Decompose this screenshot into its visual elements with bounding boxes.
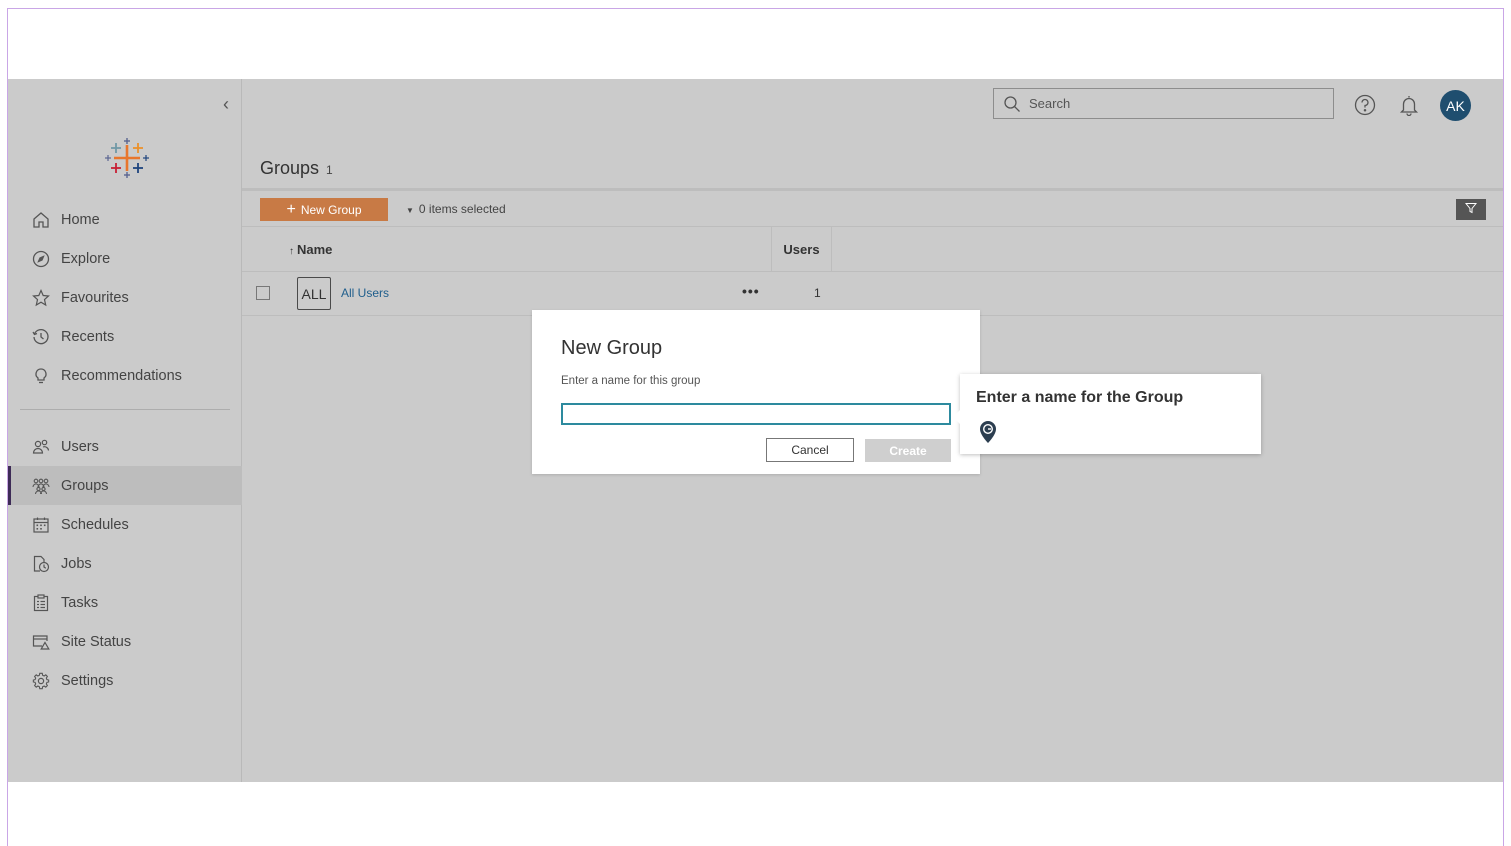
column-header-label: Users <box>783 241 820 257</box>
sidebar-item-label: Users <box>61 438 99 455</box>
sidebar-item-recents[interactable]: Recents <box>8 317 242 356</box>
tooltip-text: Enter a name for the Group <box>976 389 1184 406</box>
column-header-name[interactable]: ↑ Name <box>289 242 332 257</box>
new-group-button[interactable]: + New Group <box>260 198 388 221</box>
sidebar-item-label: Explore <box>61 250 111 267</box>
tableau-logo-icon[interactable] <box>104 137 150 179</box>
column-header-users[interactable]: Users <box>771 227 832 271</box>
clipboard-icon <box>32 593 50 612</box>
sidebar-item-label: Recents <box>61 328 115 345</box>
search-icon <box>1003 95 1021 113</box>
sidebar-item-jobs[interactable]: Jobs <box>8 544 242 583</box>
caret-down-icon: ▼ <box>406 206 414 215</box>
sidebar-item-label: Favourites <box>61 289 129 306</box>
page-title-count: 1 <box>326 163 333 177</box>
sidebar-item-label: Site Status <box>61 633 132 650</box>
gear-icon <box>32 672 50 690</box>
new-group-label: New Group <box>300 202 362 217</box>
page-title-text: Groups <box>260 158 320 178</box>
toolbar: + New Group ▼ 0 items selected <box>242 191 1503 227</box>
guide-pin-icon[interactable] <box>979 420 997 444</box>
column-header-label: Name <box>297 242 333 257</box>
sidebar-item-label: Home <box>61 211 100 228</box>
table-header: ↑ Name Users <box>242 227 1503 272</box>
sidebar-item-recommendations[interactable]: Recommendations <box>8 356 242 395</box>
groups-icon <box>32 477 50 495</box>
lightbulb-icon <box>32 367 50 385</box>
sidebar: ‹ Home Explore Favourites Recents Recomm… <box>8 79 242 782</box>
sort-ascending-icon: ↑ <box>289 246 294 257</box>
sidebar-item-settings[interactable]: Settings <box>8 661 242 700</box>
home-icon <box>32 211 50 229</box>
sidebar-item-label: Tasks <box>61 594 99 611</box>
group-name-input[interactable] <box>561 403 951 425</box>
sidebar-item-label: Jobs <box>61 555 92 572</box>
sidebar-item-site-status[interactable]: Site Status <box>8 622 242 661</box>
sidebar-nav: Home Explore Favourites Recents Recommen… <box>8 200 242 700</box>
group-badge: ALL <box>297 277 331 310</box>
star-icon <box>32 288 50 307</box>
sidebar-item-label: Schedules <box>61 516 129 533</box>
selection-count-text: 0 items selected <box>418 202 506 216</box>
sidebar-item-label: Settings <box>61 672 114 689</box>
filter-icon <box>1464 201 1478 219</box>
row-checkbox[interactable] <box>256 286 270 300</box>
calendar-icon <box>32 516 50 534</box>
sidebar-divider <box>20 409 230 410</box>
sidebar-item-label: Recommendations <box>61 367 182 384</box>
sidebar-item-schedules[interactable]: Schedules <box>8 505 242 544</box>
guide-tooltip: Enter a name for the Group <box>953 374 1261 454</box>
sidebar-item-explore[interactable]: Explore <box>8 239 242 278</box>
dialog-title: New Group <box>561 337 663 359</box>
group-user-count: 1 <box>814 286 821 300</box>
page-title: Groups 1 <box>260 158 333 179</box>
sidebar-item-label: Groups <box>61 477 109 494</box>
collapse-sidebar-button[interactable]: ‹ <box>216 93 236 115</box>
group-name-link[interactable]: All Users <box>341 286 389 300</box>
avatar[interactable]: AK <box>1440 90 1471 121</box>
clock-icon <box>32 328 50 346</box>
sidebar-item-groups[interactable]: Groups <box>8 466 242 505</box>
compass-icon <box>32 250 50 268</box>
cancel-button[interactable]: Cancel <box>766 438 854 462</box>
new-group-dialog: New Group Enter a name for this group Ca… <box>532 310 980 474</box>
users-icon <box>32 438 50 456</box>
jobs-icon <box>32 555 50 573</box>
more-actions-icon[interactable]: ••• <box>742 283 760 299</box>
search-placeholder: Search <box>1029 96 1071 111</box>
group-name-label: Enter a name for this group <box>561 375 701 387</box>
sidebar-item-home[interactable]: Home <box>8 200 242 239</box>
create-button[interactable]: Create <box>865 439 951 462</box>
sidebar-item-favourites[interactable]: Favourites <box>8 278 242 317</box>
selection-dropdown[interactable]: ▼ 0 items selected <box>406 202 506 216</box>
search-input[interactable]: Search <box>993 88 1334 119</box>
site-status-icon <box>32 633 50 651</box>
help-icon[interactable] <box>1354 94 1376 116</box>
sidebar-item-tasks[interactable]: Tasks <box>8 583 242 622</box>
bell-icon[interactable] <box>1398 94 1420 117</box>
sidebar-item-users[interactable]: Users <box>8 427 242 466</box>
filter-button[interactable] <box>1456 199 1486 220</box>
plus-icon: + <box>286 200 296 218</box>
